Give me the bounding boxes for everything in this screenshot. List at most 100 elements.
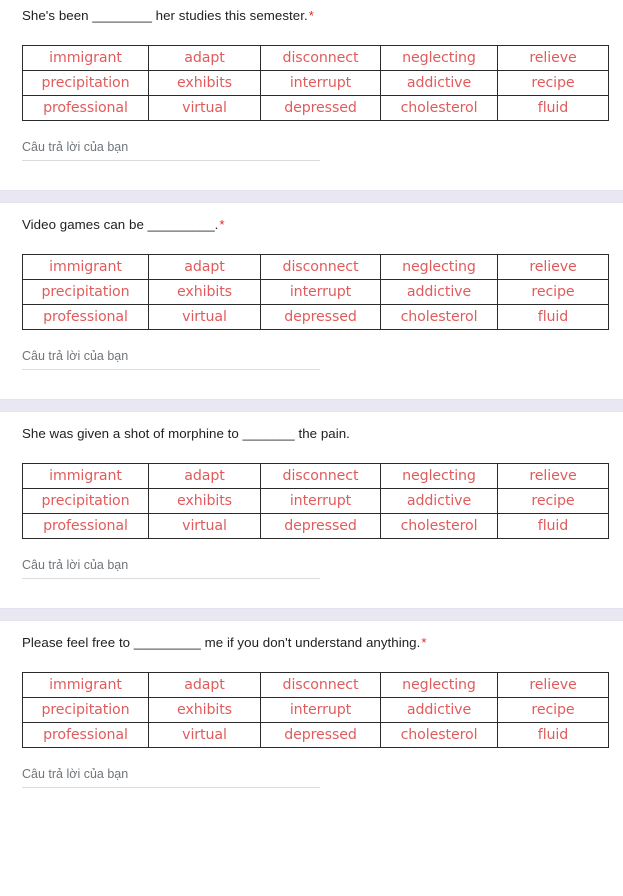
word-bank-1: immigrant adapt disconnect neglecting re… xyxy=(22,45,609,121)
card-separator-2 xyxy=(0,392,623,418)
word-cell: recipe xyxy=(497,697,609,723)
table-row: immigrant adapt disconnect neglecting re… xyxy=(22,672,609,698)
table-row: professional virtual depressed cholester… xyxy=(22,722,609,748)
word-cell: disconnect xyxy=(260,463,381,489)
table-row: precipitation exhibits interrupt addicti… xyxy=(22,697,609,723)
word-cell: interrupt xyxy=(260,488,381,514)
short-answer-input-1[interactable] xyxy=(22,140,320,161)
word-cell: neglecting xyxy=(380,463,498,489)
word-cell: cholesterol xyxy=(380,304,498,330)
word-cell: professional xyxy=(22,513,149,539)
word-cell: depressed xyxy=(260,304,381,330)
word-cell: disconnect xyxy=(260,45,381,71)
word-cell: addictive xyxy=(380,279,498,305)
card-spacer xyxy=(22,788,601,810)
word-cell: addictive xyxy=(380,697,498,723)
word-cell: neglecting xyxy=(380,254,498,280)
question-label-4: Please feel free to _________ me if you … xyxy=(22,635,421,650)
word-cell: professional xyxy=(22,722,149,748)
word-cell: adapt xyxy=(148,254,261,280)
question-title-1: She's been ________ her studies this sem… xyxy=(22,0,601,24)
word-cell: professional xyxy=(22,304,149,330)
word-cell: fluid xyxy=(497,95,609,121)
word-bank-4: immigrant adapt disconnect neglecting re… xyxy=(22,672,609,748)
word-cell: relieve xyxy=(497,463,609,489)
required-asterisk-1: * xyxy=(308,8,314,23)
word-cell: professional xyxy=(22,95,149,121)
answer-field-1 xyxy=(22,140,320,161)
table-row: professional virtual depressed cholester… xyxy=(22,304,609,330)
word-cell: addictive xyxy=(380,488,498,514)
word-cell: precipitation xyxy=(22,488,149,514)
word-bank-3: immigrant adapt disconnect neglecting re… xyxy=(22,463,609,539)
word-cell: virtual xyxy=(148,722,261,748)
word-bank-table-4: immigrant adapt disconnect neglecting re… xyxy=(22,672,609,748)
question-label-3: She was given a shot of morphine to ____… xyxy=(22,426,350,441)
word-cell: precipitation xyxy=(22,279,149,305)
question-label-1: She's been ________ her studies this sem… xyxy=(22,8,308,23)
word-cell: exhibits xyxy=(148,279,261,305)
short-answer-input-2[interactable] xyxy=(22,349,320,370)
word-cell: virtual xyxy=(148,95,261,121)
form-question-list: She's been ________ her studies this sem… xyxy=(0,0,623,810)
question-card-4: Please feel free to _________ me if you … xyxy=(0,627,623,810)
word-cell: immigrant xyxy=(22,254,149,280)
word-cell: exhibits xyxy=(148,488,261,514)
word-cell: recipe xyxy=(497,488,609,514)
word-bank-2: immigrant adapt disconnect neglecting re… xyxy=(22,254,609,330)
word-cell: relieve xyxy=(497,45,609,71)
table-row: precipitation exhibits interrupt addicti… xyxy=(22,279,609,305)
word-cell: depressed xyxy=(260,95,381,121)
table-row: professional virtual depressed cholester… xyxy=(22,95,609,121)
word-cell: cholesterol xyxy=(380,722,498,748)
word-bank-table-3: immigrant adapt disconnect neglecting re… xyxy=(22,463,609,539)
word-cell: adapt xyxy=(148,463,261,489)
word-cell: recipe xyxy=(497,279,609,305)
question-label-2: Video games can be _________. xyxy=(22,217,219,232)
table-row: precipitation exhibits interrupt addicti… xyxy=(22,70,609,96)
word-cell: interrupt xyxy=(260,279,381,305)
word-cell: immigrant xyxy=(22,45,149,71)
separator-band xyxy=(0,399,623,412)
short-answer-input-3[interactable] xyxy=(22,558,320,579)
word-cell: disconnect xyxy=(260,672,381,698)
word-cell: virtual xyxy=(148,513,261,539)
word-cell: fluid xyxy=(497,513,609,539)
card-spacer xyxy=(22,579,601,601)
word-cell: exhibits xyxy=(148,70,261,96)
word-cell: cholesterol xyxy=(380,513,498,539)
card-separator-1 xyxy=(0,183,623,209)
word-cell: relieve xyxy=(497,254,609,280)
question-title-4: Please feel free to _________ me if you … xyxy=(22,627,601,651)
question-card-3: She was given a shot of morphine to ____… xyxy=(0,418,623,601)
table-row: immigrant adapt disconnect neglecting re… xyxy=(22,45,609,71)
word-cell: adapt xyxy=(148,672,261,698)
word-cell: addictive xyxy=(380,70,498,96)
question-title-3: She was given a shot of morphine to ____… xyxy=(22,418,601,442)
table-row: immigrant adapt disconnect neglecting re… xyxy=(22,254,609,280)
card-spacer xyxy=(22,370,601,392)
required-asterisk-2: * xyxy=(219,217,225,232)
word-cell: cholesterol xyxy=(380,95,498,121)
word-cell: precipitation xyxy=(22,70,149,96)
word-cell: immigrant xyxy=(22,463,149,489)
answer-field-2 xyxy=(22,349,320,370)
required-asterisk-4: * xyxy=(421,635,427,650)
question-title-2: Video games can be _________.* xyxy=(22,209,601,233)
question-card-1: She's been ________ her studies this sem… xyxy=(0,0,623,183)
short-answer-input-4[interactable] xyxy=(22,767,320,788)
card-separator-3 xyxy=(0,601,623,627)
word-cell: exhibits xyxy=(148,697,261,723)
answer-field-3 xyxy=(22,558,320,579)
word-bank-table-2: immigrant adapt disconnect neglecting re… xyxy=(22,254,609,330)
word-cell: interrupt xyxy=(260,697,381,723)
word-cell: adapt xyxy=(148,45,261,71)
word-cell: depressed xyxy=(260,722,381,748)
table-row: professional virtual depressed cholester… xyxy=(22,513,609,539)
word-cell: fluid xyxy=(497,722,609,748)
word-cell: recipe xyxy=(497,70,609,96)
card-spacer xyxy=(22,161,601,183)
word-cell: relieve xyxy=(497,672,609,698)
word-cell: disconnect xyxy=(260,254,381,280)
word-cell: neglecting xyxy=(380,672,498,698)
